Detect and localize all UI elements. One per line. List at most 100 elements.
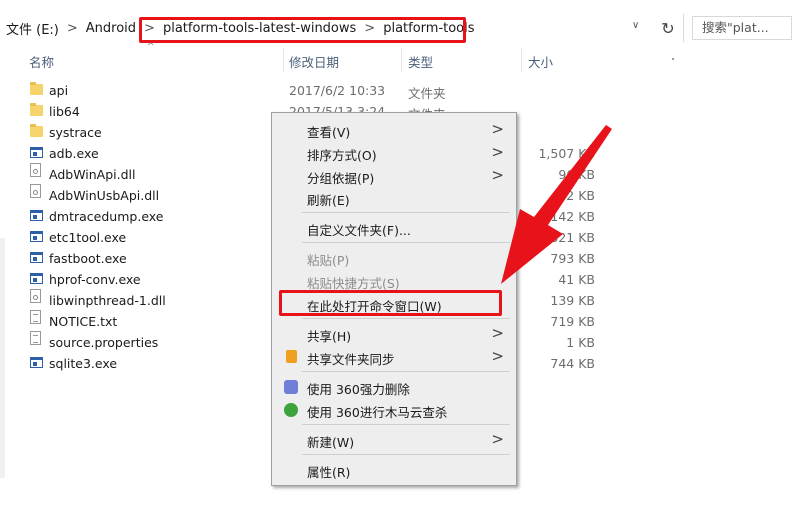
address-bar[interactable]: 文件 (E:) > Android > platform-tools-lates… <box>0 14 660 42</box>
file-size: 793 KB <box>550 251 595 266</box>
file-size: 41 KB <box>558 272 595 287</box>
column-divider[interactable] <box>283 48 284 72</box>
menu-separator <box>302 212 510 213</box>
menu-item-label: 共享(H) <box>307 329 352 344</box>
breadcrumb-separator[interactable]: > <box>364 21 375 36</box>
breadcrumb-platform-tools-latest-windows[interactable]: platform-tools-latest-windows <box>163 21 356 36</box>
scrollbar[interactable] <box>0 238 5 478</box>
file-name: hprof-conv.exe <box>49 272 141 287</box>
menu-separator <box>302 371 510 372</box>
column-divider[interactable] <box>521 48 522 72</box>
column-divider[interactable] <box>401 48 402 72</box>
exe-icon <box>30 273 43 284</box>
exe-icon <box>30 252 43 263</box>
menu-item-label: 在此处打开命令窗口(W) <box>307 299 442 314</box>
menu-item-open-command-window[interactable]: 在此处打开命令窗口(W) <box>274 293 514 315</box>
file-size: 1,507 KB <box>538 146 595 161</box>
dll-icon <box>30 184 41 198</box>
folder-icon <box>30 124 43 137</box>
file-size: 321 KB <box>550 230 595 245</box>
menu-item-customize-folder[interactable]: 自定义文件夹(F)... <box>274 217 514 239</box>
menu-separator <box>302 318 510 319</box>
menu-item-label: 自定义文件夹(F)... <box>307 223 411 238</box>
file-size: 719 KB <box>550 314 595 329</box>
exe-icon <box>30 147 43 158</box>
chevron-down-icon[interactable]: ∨ <box>632 20 639 31</box>
menu-item-label: 使用 360强力删除 <box>307 382 410 397</box>
file-name: libwinpthread-1.dll <box>49 293 166 308</box>
exe-icon <box>30 210 43 221</box>
file-name: dmtracedump.exe <box>49 209 164 224</box>
file-size: 62 KB <box>558 188 595 203</box>
menu-item-properties[interactable]: 属性(R) <box>274 459 514 481</box>
menu-separator <box>302 242 510 243</box>
file-size: 1 KB <box>566 335 595 350</box>
folder-icon <box>30 103 43 116</box>
menu-item-sort-by[interactable]: 排序方式(O) > <box>274 142 514 164</box>
file-name: NOTICE.txt <box>49 314 118 329</box>
file-size: 139 KB <box>550 293 595 308</box>
chevron-right-icon: > <box>491 120 504 138</box>
menu-item-label: 粘贴(P) <box>307 253 350 268</box>
file-name: adb.exe <box>49 146 99 161</box>
file-date: 2017/6/2 10:33 <box>289 83 386 98</box>
divider <box>683 14 684 42</box>
menu-item-share-folder-sync[interactable]: 共享文件夹同步 > <box>274 346 514 368</box>
file-name: systrace <box>49 125 102 140</box>
file-name: sqlite3.exe <box>49 356 118 371</box>
file-name: lib64 <box>49 104 80 119</box>
file-name: fastboot.exe <box>49 251 127 266</box>
breadcrumb-drive[interactable]: 文件 (E:) <box>6 19 59 38</box>
breadcrumb-separator[interactable]: > <box>144 21 155 36</box>
dll-icon <box>30 289 41 303</box>
chevron-right-icon: > <box>491 143 504 161</box>
column-header-name[interactable]: 名称 <box>29 52 54 71</box>
column-header-type[interactable]: 类型 <box>408 52 433 71</box>
menu-separator <box>302 454 510 455</box>
column-header-size[interactable]: 大小 <box>528 52 553 71</box>
menu-item-new[interactable]: 新建(W) > <box>274 429 514 451</box>
menu-item-label: 排序方式(O) <box>307 148 377 163</box>
menu-item-360-force-delete[interactable]: 使用 360强力删除 <box>274 376 514 398</box>
file-name: AdbWinApi.dll <box>49 167 136 182</box>
file-type: 文件夹 <box>408 86 446 101</box>
file-size: 142 KB <box>550 209 595 224</box>
chevron-right-icon: > <box>491 347 504 365</box>
file-name: AdbWinUsbApi.dll <box>49 188 160 203</box>
breadcrumb-separator[interactable]: > <box>67 21 78 36</box>
refresh-icon[interactable]: ↻ <box>654 14 682 42</box>
dll-icon <box>30 163 41 177</box>
list-item[interactable]: api 2017/6/2 10:33 文件夹 <box>28 81 668 102</box>
search-input[interactable]: 搜索"plat... <box>692 16 792 40</box>
sort-ascending-icon: ^ <box>147 42 155 52</box>
360-delete-icon <box>284 380 298 394</box>
menu-item-share[interactable]: 共享(H) > <box>274 323 514 345</box>
menu-item-label: 共享文件夹同步 <box>307 352 395 367</box>
file-name: etc1tool.exe <box>49 230 127 245</box>
360-scan-icon <box>284 403 298 417</box>
column-header-date[interactable]: 修改日期 <box>289 52 339 71</box>
breadcrumb-platform-tools[interactable]: platform-tools <box>383 21 474 36</box>
menu-item-label: 查看(V) <box>307 125 351 140</box>
menu-item-view[interactable]: 查看(V) > <box>274 119 514 141</box>
file-size: 744 KB <box>550 356 595 371</box>
text-file-icon <box>30 331 41 345</box>
text-file-icon <box>30 310 41 324</box>
menu-item-label: 粘贴快捷方式(S) <box>307 276 400 291</box>
sync-share-icon <box>286 350 297 363</box>
menu-item-paste[interactable]: 粘贴(P) <box>274 247 514 269</box>
menu-item-label: 刷新(E) <box>307 193 350 208</box>
file-name: api <box>49 83 69 98</box>
menu-item-group-by[interactable]: 分组依据(P) > <box>274 165 514 187</box>
folder-icon <box>30 82 43 95</box>
chevron-right-icon: > <box>491 166 504 184</box>
file-size: 96 KB <box>558 167 595 182</box>
menu-item-label: 属性(R) <box>307 465 351 480</box>
header-dot <box>672 58 674 60</box>
context-menu: 查看(V) > 排序方式(O) > 分组依据(P) > 刷新(E) 自定义文件夹… <box>271 112 517 486</box>
menu-item-refresh[interactable]: 刷新(E) <box>274 187 514 209</box>
menu-item-360-trojan-scan[interactable]: 使用 360进行木马云查杀 <box>274 399 514 421</box>
breadcrumb-android[interactable]: Android <box>86 21 136 36</box>
menu-item-paste-shortcut[interactable]: 粘贴快捷方式(S) <box>274 270 514 292</box>
menu-separator <box>302 424 510 425</box>
